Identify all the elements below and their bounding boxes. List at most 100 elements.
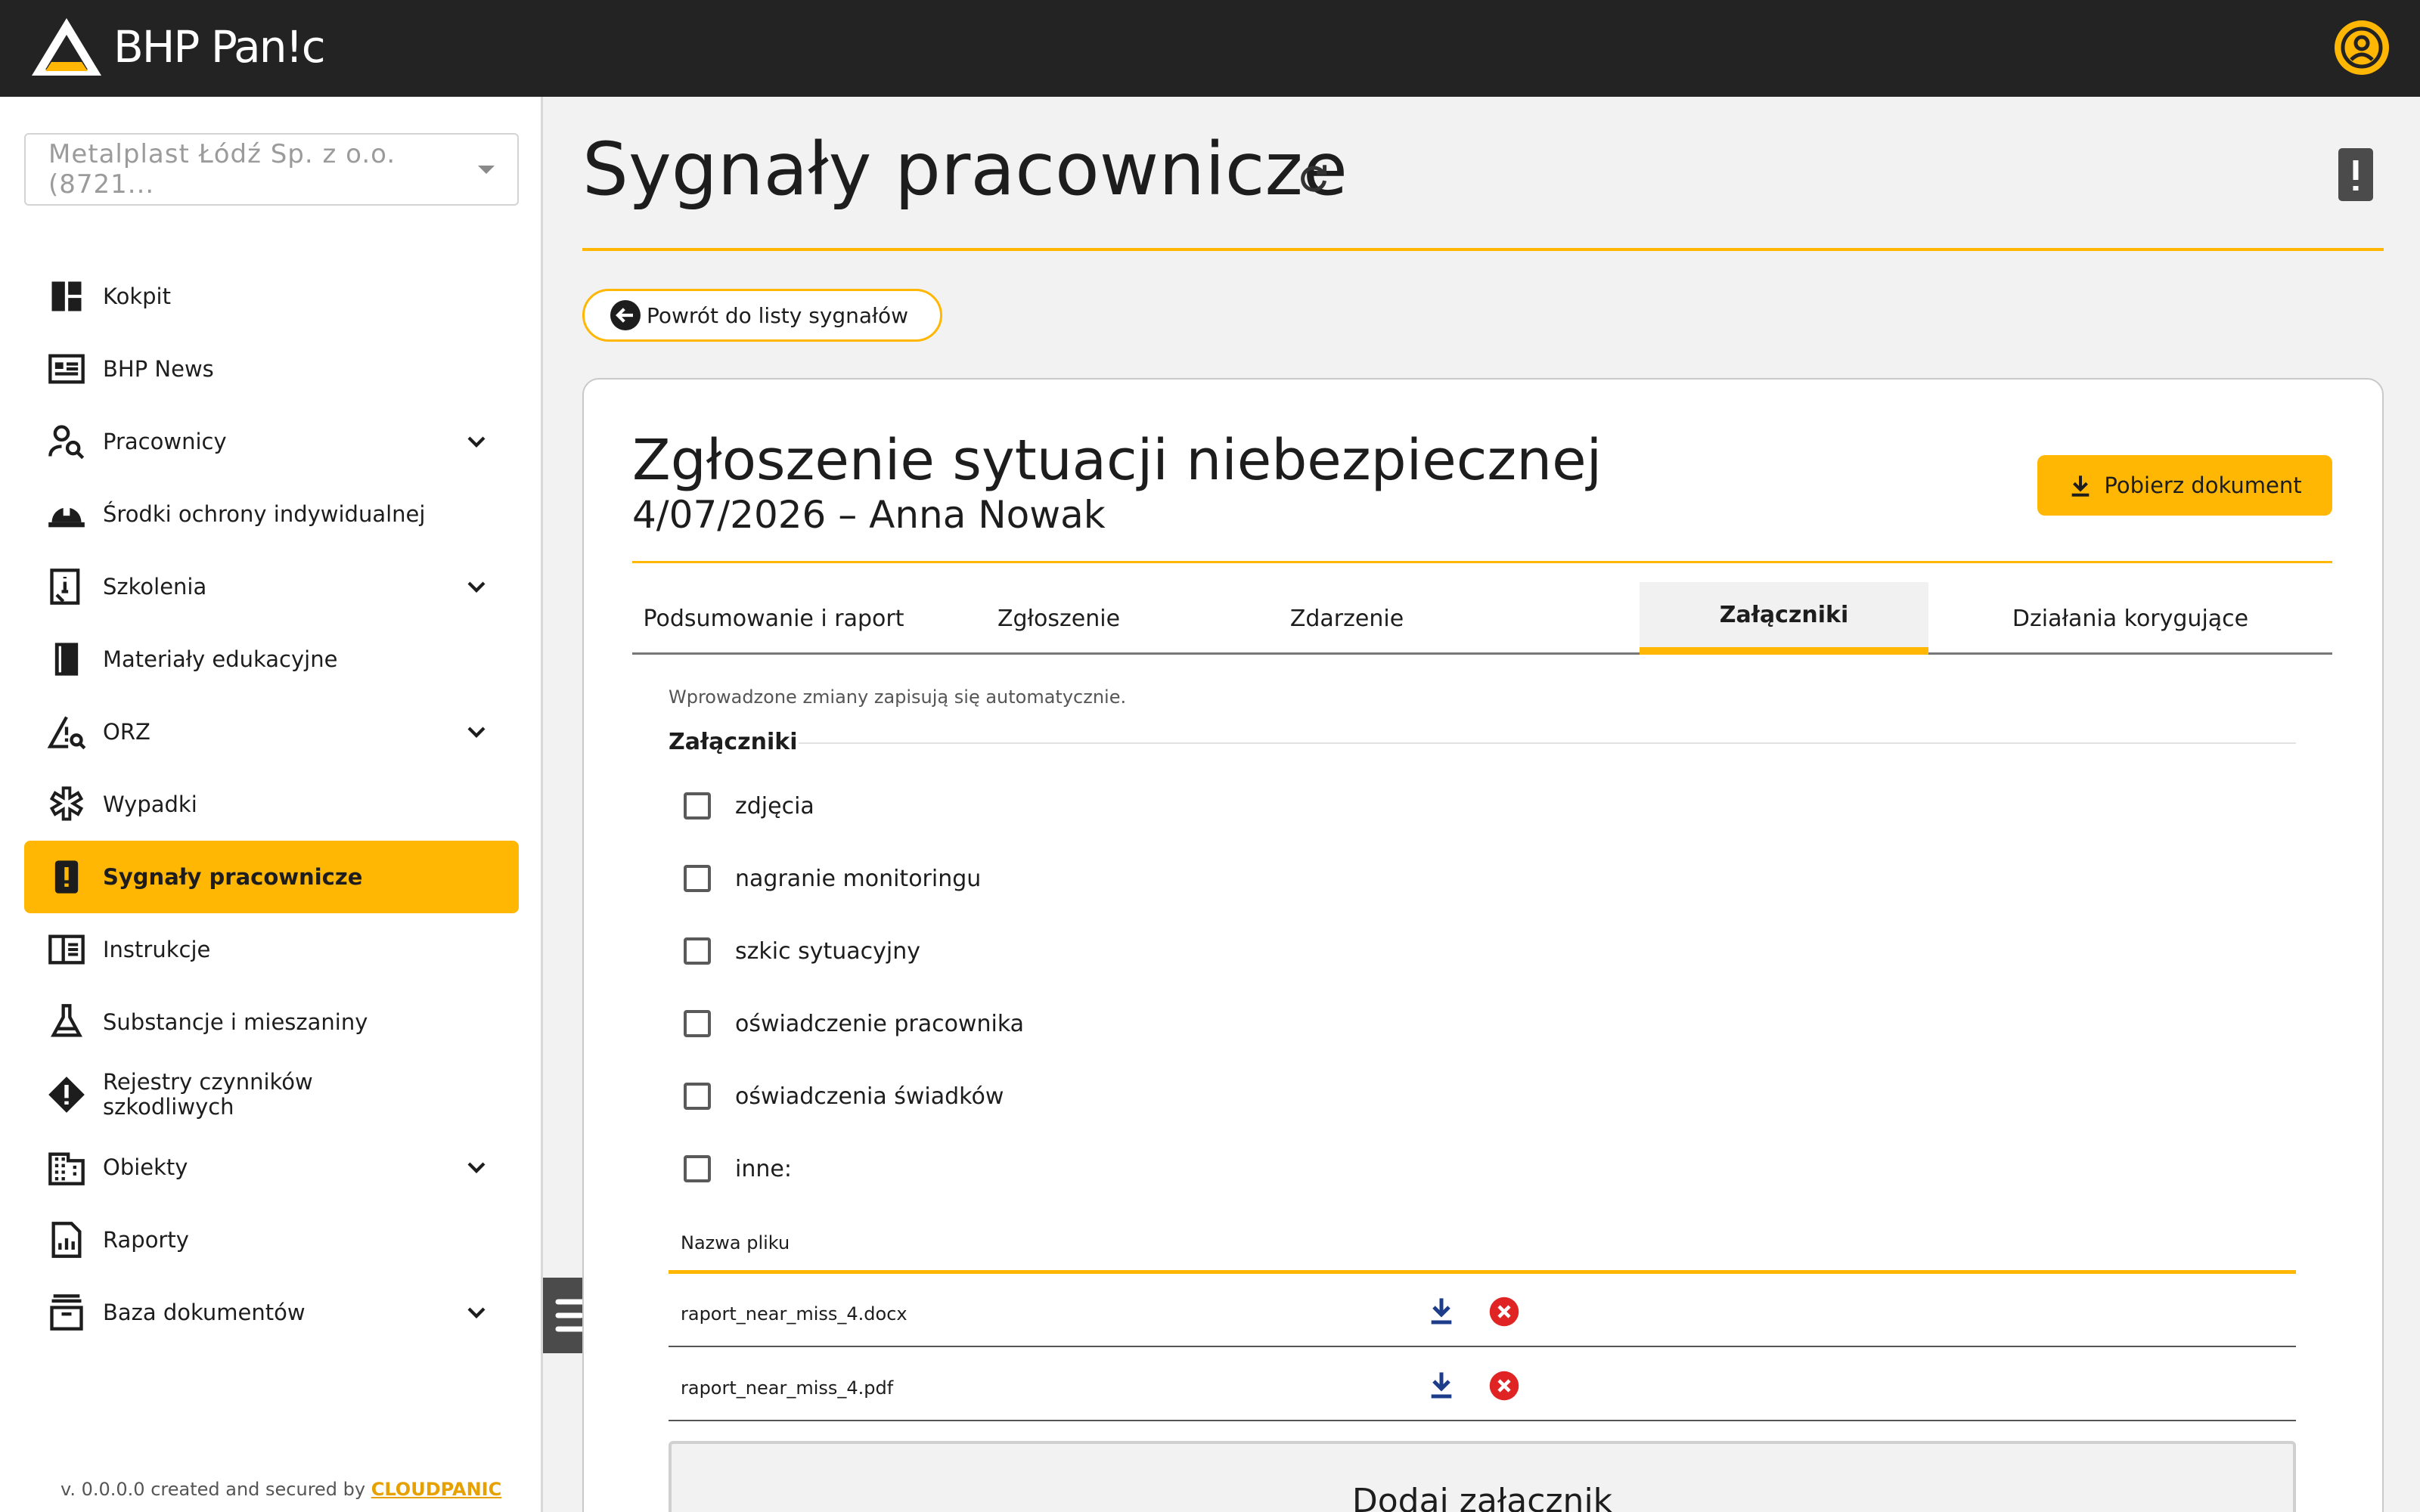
sidebar-item-label: Instrukcje — [103, 936, 211, 962]
sidebar-item-instrukcje[interactable]: Instrukcje — [24, 913, 519, 986]
tab-zgloszenie[interactable]: Zgłoszenie — [915, 582, 1202, 655]
tab-zdarzenie[interactable]: Zdarzenie — [1202, 582, 1491, 655]
flask-icon — [51, 1004, 82, 1037]
sidebar-item-srodki-ochrony[interactable]: Środki ochrony indywidualnej — [24, 478, 519, 550]
download-button-label: Pobierz dokument — [2104, 472, 2302, 498]
sidebar-item-label: Baza dokumentów — [103, 1299, 306, 1325]
sidebar-item-orz[interactable]: ORZ — [24, 696, 519, 768]
form-title: Zgłoszenie sytuacji niebezpiecznej — [632, 428, 1602, 493]
risk-assessment-icon — [47, 716, 86, 750]
page-title: Sygnały pracownicze — [582, 127, 1348, 212]
sidebar-item-kokpit[interactable]: Kokpit — [24, 260, 519, 333]
chevron-down-icon — [467, 1162, 486, 1173]
report-alert-icon[interactable] — [2337, 147, 2375, 203]
sidebar-item-label: Pracownicy — [103, 428, 227, 454]
sidebar-item-baza-dokumentow[interactable]: Baza dokumentów — [24, 1276, 519, 1349]
sidebar-item-label: ORZ — [103, 718, 150, 745]
checkbox-row[interactable]: zdjęcia — [684, 792, 814, 820]
checkbox[interactable] — [684, 792, 711, 820]
sidebar-item-materialy[interactable]: Materiały edukacyjne — [24, 623, 519, 696]
sidebar-item-label: Kokpit — [103, 283, 171, 309]
sidebar-item-raporty[interactable]: Raporty — [24, 1204, 519, 1276]
sidebar-item-label: Rejestry czynników szkodliwych — [103, 1069, 313, 1120]
book-icon — [54, 643, 79, 676]
sidebar-item-label: Szkolenia — [103, 573, 207, 600]
add-attachment-label: Dodaj załącznik — [1351, 1482, 1613, 1512]
autosave-note: Wprowadzone zmiany zapisują się automaty… — [669, 686, 1127, 708]
delete-icon[interactable] — [1488, 1296, 1520, 1328]
checkbox[interactable] — [684, 1010, 711, 1037]
sidebar-item-label: Raporty — [103, 1226, 189, 1253]
checkbox-row[interactable]: oświadczenie pracownika — [684, 1010, 1024, 1037]
download-icon[interactable] — [1426, 1370, 1457, 1400]
section-title: Załączniki — [669, 729, 798, 755]
tab-zalaczniki[interactable]: Załączniki — [1640, 582, 1928, 655]
checkbox[interactable] — [684, 1083, 711, 1110]
news-icon — [48, 354, 85, 384]
logo-icon — [32, 18, 101, 76]
app-logo[interactable]: BHP Pan!c — [29, 15, 326, 79]
sidebar-item-substancje[interactable]: Substancje i mieszaniny — [24, 986, 519, 1058]
checkbox-row[interactable]: szkic sytuacyjny — [684, 937, 920, 965]
checkbox[interactable] — [684, 1155, 711, 1182]
report-chart-icon — [51, 1222, 82, 1258]
sidebar-item-label: Wypadki — [103, 791, 197, 817]
add-attachment-dropzone[interactable]: Dodaj załącznik — [669, 1441, 2296, 1512]
refresh-icon[interactable] — [1295, 160, 1333, 198]
caret-down-icon — [478, 165, 495, 174]
download-icon[interactable] — [1426, 1296, 1457, 1326]
person-search-icon — [48, 425, 85, 460]
tab-podsumowanie[interactable]: Podsumowanie i raport — [632, 582, 915, 655]
account-icon[interactable] — [2335, 20, 2389, 75]
cloudpanic-link[interactable]: CLOUDPANIC — [371, 1479, 501, 1500]
checkbox-label: szkic sytuacyjny — [735, 937, 921, 965]
sidebar-item-wypadki[interactable]: Wypadki — [24, 768, 519, 841]
sidebar-item-pracownicy[interactable]: Pracownicy — [24, 405, 519, 478]
checkbox-label: oświadczenia świadków — [735, 1083, 1004, 1110]
chevron-down-icon — [467, 581, 486, 593]
tab-dzialania-korygujace[interactable]: Działania korygujące — [1928, 582, 2332, 655]
checkbox-row[interactable]: oświadczenia świadków — [684, 1083, 1004, 1110]
dashboard-icon — [51, 281, 82, 311]
building-icon — [48, 1152, 85, 1185]
checkbox-label: oświadczenie pracownika — [735, 1010, 1025, 1037]
company-select[interactable]: Metalplast Łódź Sp. z o.o. (8721... — [24, 133, 519, 206]
checkbox-label: zdjęcia — [735, 792, 814, 820]
form-subtitle: 4/07/2026 – Anna Nowak — [632, 493, 1106, 537]
medical-star-icon — [49, 786, 84, 821]
helmet-icon — [48, 506, 85, 528]
sidebar-item-szkolenia[interactable]: Szkolenia — [24, 550, 519, 623]
checkbox-label: nagranie monitoringu — [735, 865, 982, 892]
files-header-divider — [669, 1270, 2296, 1274]
checkbox[interactable] — [684, 937, 711, 965]
sidebar-item-rejestry[interactable]: Rejestry czynników szkodliwych — [24, 1058, 519, 1131]
file-row: raport_near_miss_4.pdf — [669, 1349, 2296, 1421]
chevron-down-icon — [467, 436, 486, 448]
download-icon — [2072, 476, 2090, 497]
sidebar-item-label: Obiekty — [103, 1154, 188, 1180]
title-divider — [582, 248, 2384, 251]
sidebar-item-label: Materiały edukacyjne — [103, 646, 338, 672]
back-button-label: Powrót do listy sygnałów — [647, 302, 909, 328]
logo-text: BHP Pan!c — [113, 21, 326, 73]
arrow-back-icon — [610, 300, 641, 330]
sidebar-item-obiekty[interactable]: Obiekty — [24, 1131, 519, 1204]
report-alert-icon — [54, 860, 79, 894]
file-name: raport_near_miss_4.pdf — [681, 1377, 894, 1399]
checkbox-row[interactable]: inne: — [684, 1155, 792, 1182]
back-to-list-button[interactable]: Powrót do listy sygnałów — [582, 289, 942, 342]
checkbox-row[interactable]: nagranie monitoringu — [684, 865, 981, 892]
file-row: raport_near_miss_4.docx — [669, 1275, 2296, 1347]
sidebar-item-label: Środki ochrony indywidualnej — [103, 500, 426, 527]
delete-icon[interactable] — [1488, 1370, 1520, 1402]
sidebar-item-label: Sygnały pracownicze — [103, 863, 363, 890]
download-document-button[interactable]: Pobierz dokument — [2037, 455, 2332, 516]
sidebar-item-bhp-news[interactable]: BHP News — [24, 333, 519, 405]
checkbox[interactable] — [684, 865, 711, 892]
chevron-down-icon — [467, 727, 486, 738]
sidebar-item-label: Substancje i mieszaniny — [103, 1009, 368, 1035]
section-divider — [799, 742, 2296, 744]
sidebar-footer: v. 0.0.0.0 created and secured by CLOUDP… — [60, 1479, 501, 1500]
instructions-icon — [48, 934, 85, 965]
sidebar-item-sygnaly[interactable]: Sygnały pracownicze — [24, 841, 519, 913]
